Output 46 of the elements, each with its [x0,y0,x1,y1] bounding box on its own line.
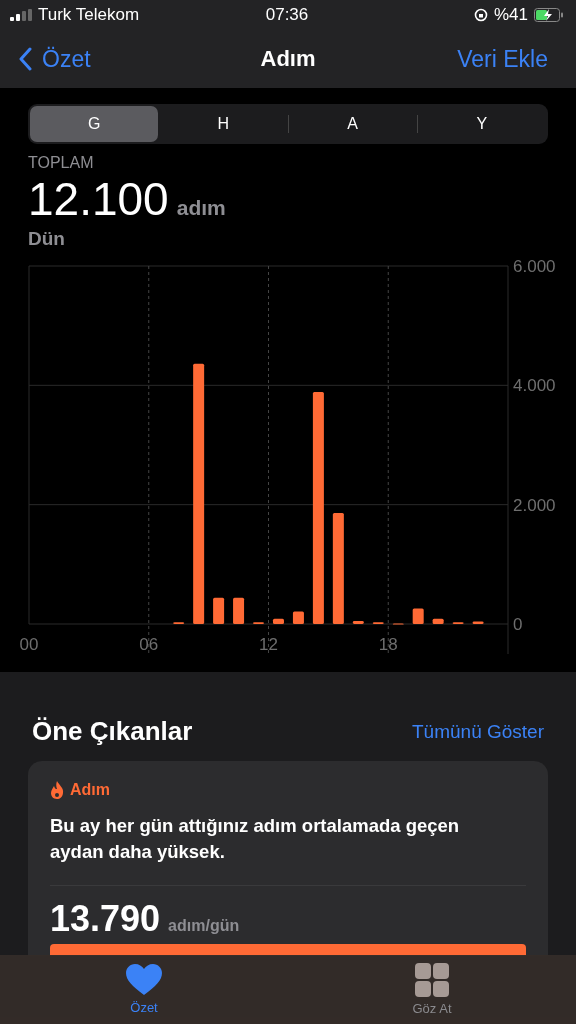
segment-tab[interactable]: G [30,106,159,142]
x-axis-label: 18 [378,635,398,654]
show-all-link[interactable]: Tümünü Göster [412,720,544,743]
period-label: Dün [28,228,66,250]
carrier-name: Turk Telekom [38,5,140,25]
back-button[interactable]: Özet [18,45,91,73]
average-value: 13.790 [50,898,161,940]
highlight-text: Bu ay her gün attığınız adım ortalamada geçen aydan daha yüksek. [50,814,461,864]
signal-icon [10,9,32,21]
x-axis-label: 06 [139,635,159,654]
flame-icon [50,781,64,799]
step-bar [273,618,284,624]
step-bar [472,621,484,624]
y-axis-label: 0 [513,615,523,634]
x-axis-label: 12 [259,635,278,654]
segment-tab[interactable]: A [288,106,417,142]
highlight-card[interactable]: Adım Bu ay her gün attığınız adım ortalamada geçen aydan daha yüksek. 13.790 adım/gün [28,761,548,956]
average-unit: adım/gün [168,917,240,935]
tab-bar-item[interactable]: Özet [84,964,204,1015]
total-value: 12.100 [28,172,169,226]
step-bar [412,608,424,624]
step-bar [432,618,444,624]
unit-label: adım [176,196,226,220]
clock-time: 07:36 [265,5,309,25]
step-bar [292,611,304,624]
total-label: TOPLAM [28,154,95,172]
step-bar [233,597,245,624]
heart-icon [126,964,162,996]
tab-bar-item[interactable]: Göz At [372,963,492,1016]
grid-icon [415,963,449,997]
y-axis-label: 2.000 [513,495,556,515]
rotation-lock-icon [473,8,488,22]
y-axis-label: 6.000 [513,257,556,276]
segment-tab[interactable]: H [159,106,288,142]
add-data-button[interactable]: Veri Ekle [457,45,548,73]
battery-percent: %41 [493,5,528,25]
category-label: Adım [70,781,110,799]
segment-tab[interactable]: Y [417,106,546,142]
y-axis-label: 4.000 [513,376,556,396]
x-axis-label: 00 [19,635,39,654]
chevron-left-icon [18,47,32,71]
page-title: Adım [260,46,316,72]
step-bar [213,597,225,624]
section-title: Öne Çıkanlar [32,716,193,747]
step-bar [352,621,364,624]
battery-charging-icon [534,8,564,22]
